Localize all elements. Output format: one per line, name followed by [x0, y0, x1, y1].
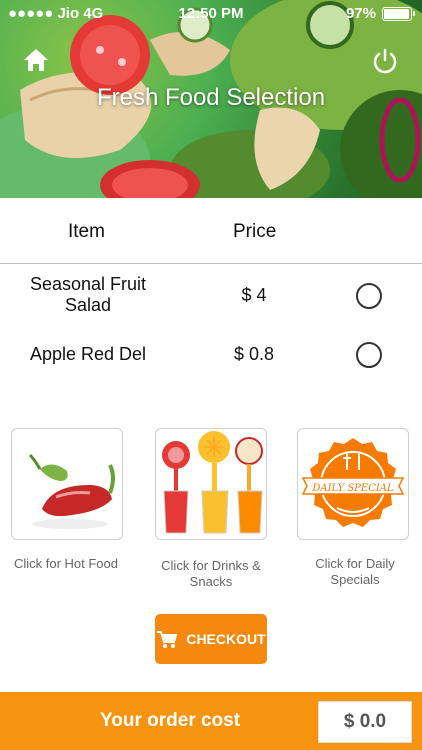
checkout-button[interactable]: CHECKOUT [155, 614, 267, 664]
home-button[interactable] [22, 46, 50, 74]
battery-percent: 97% [345, 5, 376, 22]
chili-pepper-icon [28, 453, 115, 529]
column-header-item: Item [68, 221, 105, 242]
item-price: $ 0.8 [233, 344, 275, 364]
drinks-snacks-tile[interactable] [155, 428, 267, 540]
order-total-value: $ 0.0 [318, 701, 412, 743]
status-bar: ●●●●● Jio 4G 12:50 PM 97% [0, 0, 422, 28]
order-cost-label: Your order cost [100, 710, 241, 731]
battery-icon [382, 6, 415, 21]
daily-special-badge-icon: DAILY SPECIAL [301, 438, 405, 527]
juice-drinks-icon [162, 431, 263, 534]
home-icon [24, 49, 48, 71]
select-radio[interactable] [356, 342, 382, 368]
order-cost-bar: Your order cost $ 0.0 [0, 692, 422, 750]
shopping-cart-icon [157, 631, 178, 648]
item-name: Seasonal Fruit Salad [29, 274, 147, 315]
power-icon [373, 48, 397, 74]
item-name: Apple Red Del [29, 344, 147, 364]
header-banner: ●●●●● Jio 4G 12:50 PM 97% Fresh Food Sel… [0, 0, 422, 198]
logout-button[interactable] [370, 46, 400, 76]
drinks-snacks-label: Click for Drinks & Snacks [161, 558, 261, 589]
table-header: Item Price [0, 198, 422, 264]
page-title: Fresh Food Selection [96, 84, 326, 111]
table-row[interactable]: Seasonal Fruit Salad $ 4 [0, 273, 422, 333]
item-price: $ 4 [241, 285, 267, 305]
daily-special-badge-text: DAILY SPECIAL [311, 483, 394, 494]
hot-food-label: Click for Hot Food [13, 556, 119, 571]
column-header-price: Price [233, 221, 277, 242]
hot-food-tile[interactable] [11, 428, 123, 540]
daily-special-tile[interactable]: DAILY SPECIAL [297, 428, 409, 540]
daily-specials-label: Click for Daily Specials [315, 556, 395, 587]
checkout-label: CHECKOUT [186, 631, 266, 647]
select-radio[interactable] [356, 283, 382, 309]
table-row[interactable]: Apple Red Del $ 0.8 [0, 332, 422, 392]
